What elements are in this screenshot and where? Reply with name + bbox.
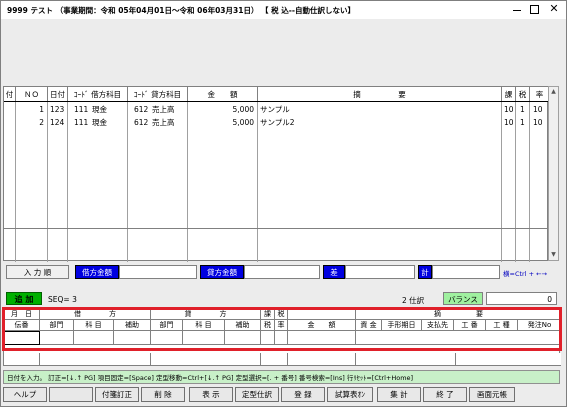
row-ka: 10 <box>504 105 514 114</box>
row-debit-account: 現金 <box>92 118 107 127</box>
sum-label: 計 <box>418 265 432 279</box>
trial-balance-button[interactable]: 試算表ｵﾝ <box>327 387 373 402</box>
row-rate: 10 <box>533 105 543 114</box>
maximize-icon[interactable] <box>530 5 539 14</box>
sum-value <box>432 265 500 279</box>
register-button[interactable]: 登 録 <box>281 387 325 402</box>
scroll-up-icon[interactable]: ▲ <box>549 87 558 97</box>
journal-grid[interactable]: 付 ＮＯ 日付 ｺｰﾄﾞ 借方科目 ｺｰﾄﾞ 貸方科目 金 額 摘 要 課 税 … <box>3 86 549 262</box>
col-header-credit: ｺｰﾄﾞ 貸方科目 <box>128 87 188 102</box>
exit-button[interactable]: 終 了 <box>423 387 467 402</box>
add-mode-button[interactable]: 追 加 <box>6 292 42 305</box>
col-header-zei: 税 <box>516 87 530 102</box>
col-header-date: 日付 <box>48 87 68 102</box>
entry-count: 2 仕訳 <box>402 296 425 305</box>
input-order-button[interactable]: 入 力 順 <box>6 265 69 279</box>
debit-total-value <box>119 265 197 279</box>
diff-label: 差 <box>323 265 345 279</box>
row-amount: 5,000 <box>232 118 254 127</box>
col-header-amount: 金 額 <box>188 87 258 102</box>
row-zei: 1 <box>520 105 525 114</box>
extra-cell[interactable] <box>261 353 288 366</box>
extra-cell[interactable] <box>40 353 151 366</box>
extra-cell[interactable] <box>151 353 261 366</box>
diff-value <box>345 265 415 279</box>
template-entry-button[interactable]: 定型仕訳 <box>235 387 279 402</box>
window-title: 9999 テスト （事業期間：令和 05年04月01日～令和 06年03月31日… <box>7 6 355 15</box>
scroll-down-icon[interactable]: ▼ <box>549 250 558 260</box>
row-credit-code: 612 <box>134 105 149 114</box>
row-credit-code: 612 <box>134 118 149 127</box>
debit-total-label: 借方金額 <box>75 265 119 279</box>
col-header-ka: 課 <box>502 87 516 102</box>
delete-button[interactable]: 削 除 <box>141 387 185 402</box>
col-header-no: ＮＯ <box>16 87 48 102</box>
row-memo: サンプル2 <box>260 118 295 127</box>
function-key-bar: ヘルプ 付箋訂正 削 除 表 示 定型仕訳 登 録 試算表ｵﾝ 集 計 終 了 … <box>3 387 560 402</box>
vertical-scrollbar[interactable]: ▲ ▼ <box>548 86 559 261</box>
row-debit-account: 現金 <box>92 105 107 114</box>
close-icon[interactable]: ✕ <box>548 3 560 15</box>
col-header-memo: 摘 要 <box>258 87 502 102</box>
row-date: 124 <box>50 118 65 127</box>
seq-number: SEQ= 3 <box>48 295 77 304</box>
extra-cell[interactable] <box>4 353 40 366</box>
credit-total-value <box>244 265 320 279</box>
extra-cell[interactable] <box>288 353 356 366</box>
aggregate-button[interactable]: 集 計 <box>377 387 421 402</box>
display-button[interactable]: 表 示 <box>189 387 233 402</box>
balance-button[interactable]: バランス <box>443 292 483 305</box>
credit-total-label: 貸方金額 <box>200 265 244 279</box>
status-bar: 日付を入力。 訂正=[↓.↑ PG] 項目固定=[Space] 定型移動=Ctr… <box>3 370 560 384</box>
sticky-edit-button[interactable]: 付箋訂正 <box>95 387 139 402</box>
help-button[interactable]: ヘルプ <box>3 387 47 402</box>
col-header-rate: 率 <box>530 87 549 102</box>
col-header-debit: ｺｰﾄﾞ 借方科目 <box>68 87 128 102</box>
row-ka: 10 <box>504 118 514 127</box>
minimize-icon[interactable] <box>512 5 522 15</box>
extra-cell[interactable] <box>356 353 456 366</box>
extra-cell[interactable] <box>456 353 561 366</box>
row-no: 2 <box>39 118 44 127</box>
title-bar: 9999 テスト （事業期間：令和 05年04月01日～令和 06年03月31日… <box>1 1 566 19</box>
row-credit-account: 売上高 <box>152 118 175 127</box>
row-credit-account: 売上高 <box>152 105 175 114</box>
row-date: 123 <box>50 105 65 114</box>
highlight-box <box>2 307 562 351</box>
balance-value: 0 <box>486 292 557 305</box>
totals-bar: 入 力 順 借方金額 貸方金額 差 計 <box>3 264 563 280</box>
row-zei: 1 <box>520 118 525 127</box>
row-no: 1 <box>39 105 44 114</box>
ledger-button[interactable]: 画面元帳 <box>469 387 515 402</box>
row-memo: サンプル <box>260 105 290 114</box>
col-header-tag: 付 <box>4 87 16 102</box>
fkey-blank-button[interactable] <box>49 387 93 402</box>
row-amount: 5,000 <box>232 105 254 114</box>
scroll-hint: 横=Ctrl + ←→ <box>503 270 547 278</box>
row-rate: 10 <box>533 118 543 127</box>
row-debit-code: 111 <box>74 105 89 114</box>
row-debit-code: 111 <box>74 118 89 127</box>
